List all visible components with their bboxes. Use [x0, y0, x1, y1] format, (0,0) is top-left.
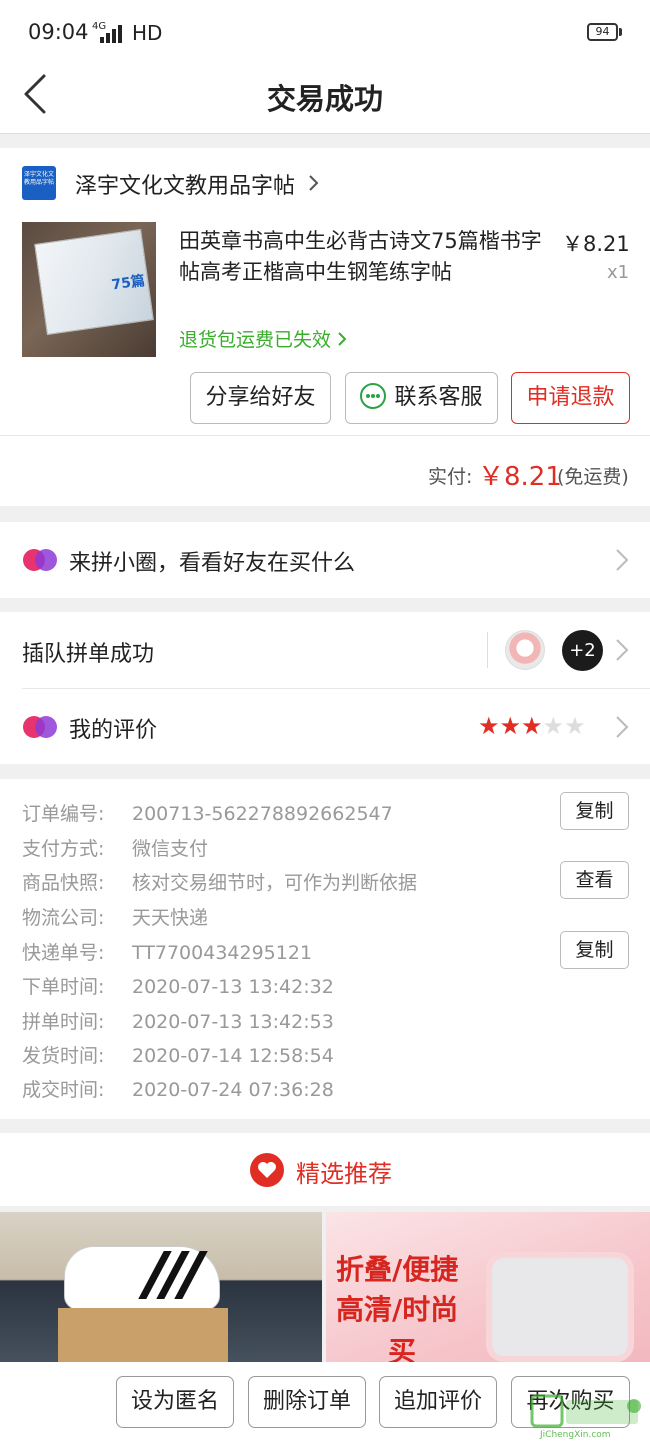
chevron-right-icon: [616, 549, 629, 571]
nav-bar: 交易成功: [0, 62, 650, 134]
group-time-label: 拼单时间:: [22, 1011, 105, 1033]
watermark-logo-icon: JiChengXin.com: [530, 1394, 641, 1440]
deal-time-value: 2020-07-24 07:36:28: [132, 1079, 334, 1101]
order-number-row: 订单编号: 200713-562278892662547: [22, 799, 393, 826]
logistics-label: 物流公司:: [22, 907, 105, 929]
order-card: 泽宇文化文教用品字帖 泽宇文化文教用品字帖 75篇 田英章书高中生必背古诗文75…: [0, 148, 650, 506]
hd-indicator: HD: [132, 21, 163, 45]
deal-time-label: 成交时间:: [22, 1079, 105, 1101]
shop-logo[interactable]: 泽宇文化文教用品字帖: [22, 166, 56, 200]
refund-shipping-note[interactable]: 退货包运费已失效: [179, 325, 349, 352]
copy-order-number-button[interactable]: 复制: [560, 792, 629, 830]
book-cover-label: 75篇: [110, 272, 146, 294]
order-time-row: 下单时间: 2020-07-13 13:42:32: [22, 972, 334, 999]
group-time-value: 2020-07-13 13:42:53: [132, 1011, 334, 1033]
shop-name[interactable]: 泽宇文化文教用品字帖: [75, 168, 295, 200]
paid-note: (免运费): [557, 466, 629, 488]
battery-icon: 94: [587, 23, 618, 41]
recommend-header: 精选推荐: [0, 1133, 650, 1206]
delete-order-button[interactable]: 删除订单: [248, 1376, 366, 1428]
pin-circle-logo-icon: [23, 549, 57, 571]
view-snapshot-button[interactable]: 查看: [560, 861, 629, 899]
page-title: 交易成功: [266, 82, 383, 116]
copy-tracking-button[interactable]: 复制: [560, 931, 629, 969]
group-review-section: 插队拼单成功 +2 我的评价 ★★★★★: [0, 612, 650, 764]
shoe-image: [64, 1246, 220, 1310]
promo-line-1: 折叠/便捷: [336, 1253, 459, 1286]
paid-amount: ￥8.21: [478, 462, 562, 492]
recommended-product-device[interactable]: 折叠/便捷 高清/时尚 买: [326, 1212, 650, 1362]
star-filled-icon: ★: [499, 712, 522, 740]
add-review-button[interactable]: 追加评价: [379, 1376, 497, 1428]
contact-service-button[interactable]: 联系客服: [345, 372, 498, 424]
star-empty-icon: ★: [542, 712, 565, 740]
logistics-value: 天天快递: [132, 907, 209, 929]
book-cover: 75篇: [34, 228, 154, 336]
tracking-row: 快递单号: TT7700434295121: [22, 938, 312, 965]
star-filled-icon: ★: [478, 712, 500, 740]
chevron-right-icon: [616, 639, 629, 661]
review-row[interactable]: 我的评价 ★★★★★: [0, 689, 650, 764]
snapshot-row: 商品快照: 核对交易细节时，可作为判断依据: [22, 868, 417, 895]
review-text: 我的评价: [69, 718, 158, 743]
group-status-text: 插队拼单成功: [22, 642, 155, 667]
chat-bubble-icon: [360, 383, 387, 409]
chevron-right-icon: [338, 332, 347, 346]
group-time-row: 拼单时间: 2020-07-13 13:42:53: [22, 1007, 334, 1034]
separator: [487, 632, 488, 668]
product-title[interactable]: 田英章书高中生必背古诗文75篇楷书字帖高考正楷高中生钢笔练字帖: [179, 226, 549, 288]
promo-line-2: 高清/时尚: [336, 1293, 459, 1326]
contact-service-label: 联系客服: [394, 385, 483, 410]
shoe-box: [58, 1308, 228, 1362]
product-image[interactable]: 75篇: [22, 222, 156, 357]
payment-row: 支付方式: 微信支付: [22, 834, 208, 861]
pin-circle-row[interactable]: 来拼小圈，看看好友在买什么: [0, 522, 650, 598]
star-filled-icon: ★: [521, 712, 543, 740]
snapshot-value: 核对交易细节时，可作为判断依据: [132, 872, 418, 894]
order-number-value: 200713-562278892662547: [132, 803, 393, 825]
group-row[interactable]: 插队拼单成功 +2: [0, 612, 650, 688]
star-empty-icon: ★: [564, 712, 586, 740]
signal-icon: [100, 25, 122, 43]
payment-value: 微信支付: [132, 838, 209, 860]
order-number-label: 订单编号:: [22, 803, 105, 825]
ship-time-row: 发货时间: 2020-07-14 12:58:54: [22, 1041, 334, 1068]
recommended-product-shoe[interactable]: [0, 1212, 322, 1362]
order-info-section: 订单编号: 200713-562278892662547 复制 支付方式: 微信支付…: [0, 779, 650, 1119]
chevron-right-icon: [616, 716, 629, 738]
review-logo-icon: [23, 716, 57, 738]
product-quantity: x1: [607, 262, 630, 283]
promo-line-3: 买: [388, 1335, 417, 1362]
heart-icon: [250, 1153, 284, 1187]
divider: [0, 435, 650, 436]
chevron-right-icon[interactable]: [308, 174, 320, 192]
tracking-value: TT7700434295121: [132, 942, 313, 964]
ship-time-label: 发货时间:: [22, 1045, 105, 1067]
recommend-title: 精选推荐: [296, 1160, 392, 1188]
more-members-badge: +2: [562, 630, 603, 671]
logistics-row: 物流公司: 天天快递: [22, 903, 208, 930]
avatar: [505, 630, 545, 670]
refund-button[interactable]: 申请退款: [511, 372, 630, 424]
clock: 09:04: [28, 20, 89, 44]
status-bar: 09:04 4G HD 94: [0, 0, 650, 62]
order-time-value: 2020-07-13 13:42:32: [132, 976, 334, 998]
product-price: ￥8.21: [562, 232, 630, 256]
battery-tip: [619, 28, 622, 36]
deal-time-row: 成交时间: 2020-07-24 07:36:28: [22, 1075, 334, 1102]
star-rating: ★★★★★: [478, 714, 586, 738]
back-arrow-icon[interactable]: [18, 70, 58, 118]
watermark-text: JiChengXin.com: [539, 1430, 611, 1440]
snapshot-label: 商品快照:: [22, 872, 105, 894]
device-image: [486, 1252, 634, 1362]
anonymous-button[interactable]: 设为匿名: [116, 1376, 234, 1428]
ship-time-value: 2020-07-14 12:58:54: [132, 1045, 334, 1067]
tracking-label: 快递单号:: [22, 942, 105, 964]
order-time-label: 下单时间:: [22, 976, 105, 998]
share-button[interactable]: 分享给好友: [190, 372, 331, 424]
paid-label: 实付:: [428, 466, 473, 488]
refund-shipping-note-label: 退货包运费已失效: [179, 329, 332, 351]
payment-label: 支付方式:: [22, 838, 105, 860]
pin-circle-text: 来拼小圈，看看好友在买什么: [69, 551, 356, 576]
